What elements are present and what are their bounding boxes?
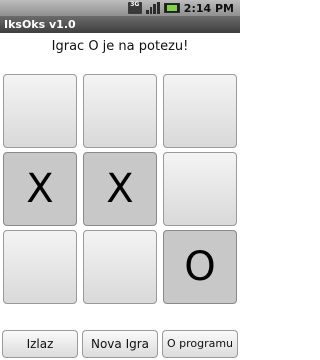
battery-icon bbox=[163, 2, 180, 14]
board-cell-1-0[interactable]: X bbox=[3, 152, 77, 226]
board-cell-1-1[interactable]: X bbox=[83, 152, 157, 226]
game-board: X X O bbox=[0, 70, 240, 316]
board-cell-1-2[interactable] bbox=[163, 152, 237, 226]
about-button[interactable]: O programu bbox=[162, 330, 238, 358]
board-cell-2-2[interactable]: O bbox=[163, 230, 237, 304]
turn-message: Igrac O je na potezu! bbox=[51, 39, 189, 54]
new-game-button[interactable]: Nova Igra bbox=[82, 330, 158, 358]
action-bar: Izlaz Nova Igra O programu bbox=[0, 330, 240, 358]
board-cell-0-2[interactable] bbox=[163, 74, 237, 148]
board-cell-2-0[interactable] bbox=[3, 230, 77, 304]
network-3g-icon: 3G bbox=[127, 2, 142, 14]
board-cell-0-0[interactable] bbox=[3, 74, 77, 148]
clock: 2:14 PM bbox=[183, 1, 234, 15]
signal-bars-icon bbox=[145, 2, 160, 14]
exit-button[interactable]: Izlaz bbox=[2, 330, 78, 358]
app-title-bar: IksOks v1.0 bbox=[0, 16, 240, 33]
board-cell-2-1[interactable] bbox=[83, 230, 157, 304]
system-status-bar: 3G 2:14 PM bbox=[0, 0, 240, 16]
app-title: IksOks v1.0 bbox=[4, 18, 76, 31]
board-cell-0-1[interactable] bbox=[83, 74, 157, 148]
